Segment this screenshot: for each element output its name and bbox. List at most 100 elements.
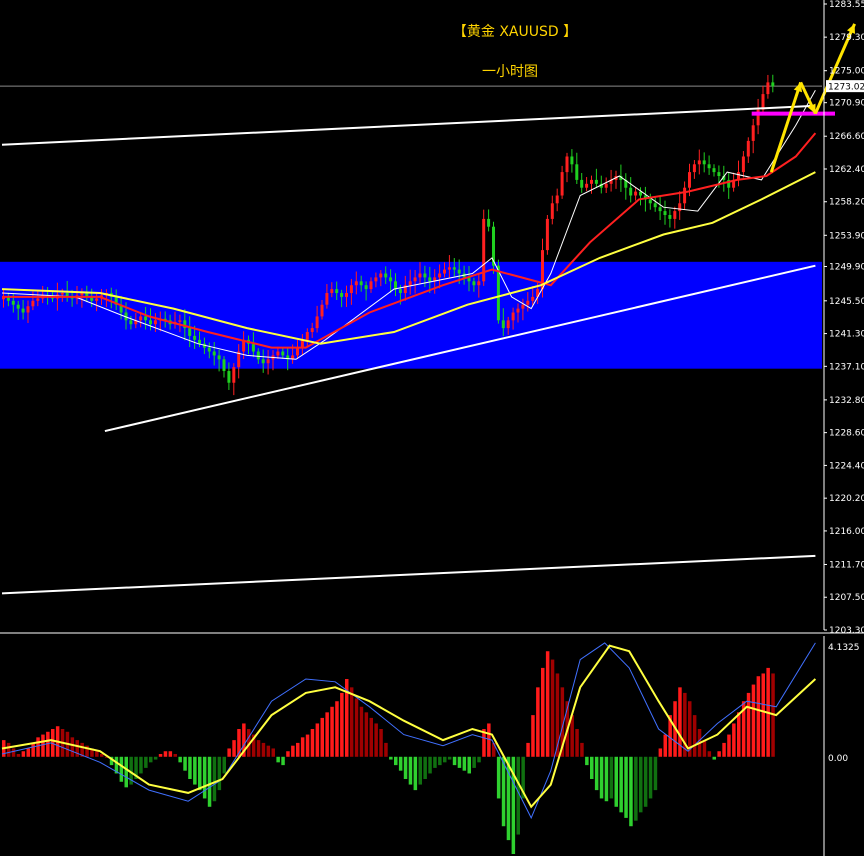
candle-body: [217, 355, 221, 360]
candle-body: [315, 316, 319, 329]
candle-body: [222, 359, 226, 372]
candle-body: [526, 300, 530, 305]
histogram-bar: [545, 651, 550, 757]
price-tick-label: 1224.40: [829, 461, 864, 471]
histogram-bar: [428, 756, 432, 774]
candle-body: [320, 304, 324, 317]
candle-body: [198, 339, 201, 344]
histogram-bar: [413, 756, 418, 791]
candle-body: [594, 179, 598, 184]
candle-body: [207, 347, 211, 352]
candle-body: [565, 156, 569, 173]
candle-body: [232, 367, 236, 383]
price-tick-label: 1245.50: [829, 297, 864, 307]
histogram-bar: [658, 748, 663, 757]
candle-body: [443, 269, 446, 274]
histogram-bar: [609, 756, 614, 799]
histogram-bar: [379, 729, 383, 757]
histogram-bar: [139, 756, 143, 774]
histogram-bar: [487, 723, 491, 757]
candle-body: [36, 298, 40, 301]
candle-body: [496, 265, 500, 321]
histogram-bar: [359, 706, 364, 757]
histogram-bar: [472, 756, 476, 768]
price-tick-label: 1270.90: [829, 99, 864, 109]
histogram-bar: [643, 756, 648, 807]
price-tick-label: 1203.30: [829, 626, 864, 636]
histogram-bar: [95, 751, 99, 757]
candle-body: [408, 281, 412, 286]
histogram-bar: [320, 717, 324, 757]
price-tick-label: 1253.90: [829, 231, 864, 241]
price-tick-label: 1266.60: [829, 132, 864, 142]
candle-body: [60, 293, 64, 295]
candle-body: [751, 125, 755, 141]
trendline: [1, 104, 816, 146]
histogram-bar: [629, 756, 633, 827]
candle-body: [330, 289, 334, 294]
price-tick-label: 1275.00: [829, 67, 864, 77]
histogram-bar: [634, 756, 638, 821]
histogram-bar: [261, 742, 266, 757]
histogram-bar: [737, 712, 741, 757]
price-tick-label: 1249.90: [829, 262, 864, 272]
histogram-bar: [761, 673, 765, 757]
histogram-bar: [550, 659, 555, 757]
candle-body: [349, 285, 353, 294]
candle-body: [394, 281, 397, 290]
histogram-bar: [41, 734, 45, 757]
price-tick-label: 1220.20: [829, 494, 864, 504]
histogram-bar: [457, 756, 462, 768]
candle-body: [153, 320, 157, 325]
candle-body: [11, 300, 15, 305]
histogram-bar: [408, 756, 413, 785]
candle-body: [506, 320, 510, 329]
histogram-bar: [653, 756, 658, 791]
histogram-bar: [712, 756, 716, 760]
candle-body: [452, 267, 456, 270]
candle-body: [668, 215, 672, 219]
histogram-bar: [585, 756, 589, 766]
candle-body: [364, 285, 368, 290]
histogram-bar: [276, 756, 280, 763]
candle-body: [570, 156, 574, 165]
indicator-panel: [1, 642, 817, 854]
candle-body: [746, 140, 750, 157]
candle-body: [555, 195, 559, 204]
candle-body: [276, 351, 280, 356]
candle-body: [531, 296, 535, 301]
histogram-bar: [594, 756, 599, 791]
price-tick-label: 1211.70: [829, 560, 864, 570]
histogram-bar: [21, 751, 26, 757]
histogram-bar: [398, 756, 403, 771]
histogram-bar: [149, 756, 153, 763]
candle-body: [511, 312, 515, 321]
histogram-bar: [222, 756, 226, 774]
histogram-bar: [619, 756, 623, 813]
candle-body: [585, 183, 589, 188]
indicator-max-label: 4.1325: [828, 643, 860, 653]
chart-title: 【黄金 XAUUSD 】: [453, 23, 577, 40]
candle-body: [688, 172, 691, 188]
histogram-bar: [168, 751, 173, 757]
candle-body: [521, 304, 525, 309]
price-tick-label: 1232.80: [829, 396, 864, 406]
histogram-bar: [423, 756, 427, 780]
candle-body: [560, 172, 564, 196]
candle-body: [178, 320, 182, 322]
histogram-bar: [305, 734, 310, 757]
histogram-bar: [349, 687, 354, 757]
trendline: [1, 554, 816, 595]
histogram-bar: [531, 715, 535, 757]
candle-body: [193, 335, 197, 340]
histogram-bar: [624, 756, 628, 818]
histogram-bar: [70, 737, 75, 757]
histogram-bar: [227, 748, 231, 757]
candle-body: [697, 160, 701, 165]
histogram-bar: [266, 745, 271, 757]
candle-body: [227, 371, 231, 383]
indicator-zero-label: 0.00: [828, 754, 848, 764]
candle-body: [305, 332, 309, 340]
candle-body: [702, 160, 706, 165]
price-tick-label: 1283.55: [829, 0, 864, 10]
